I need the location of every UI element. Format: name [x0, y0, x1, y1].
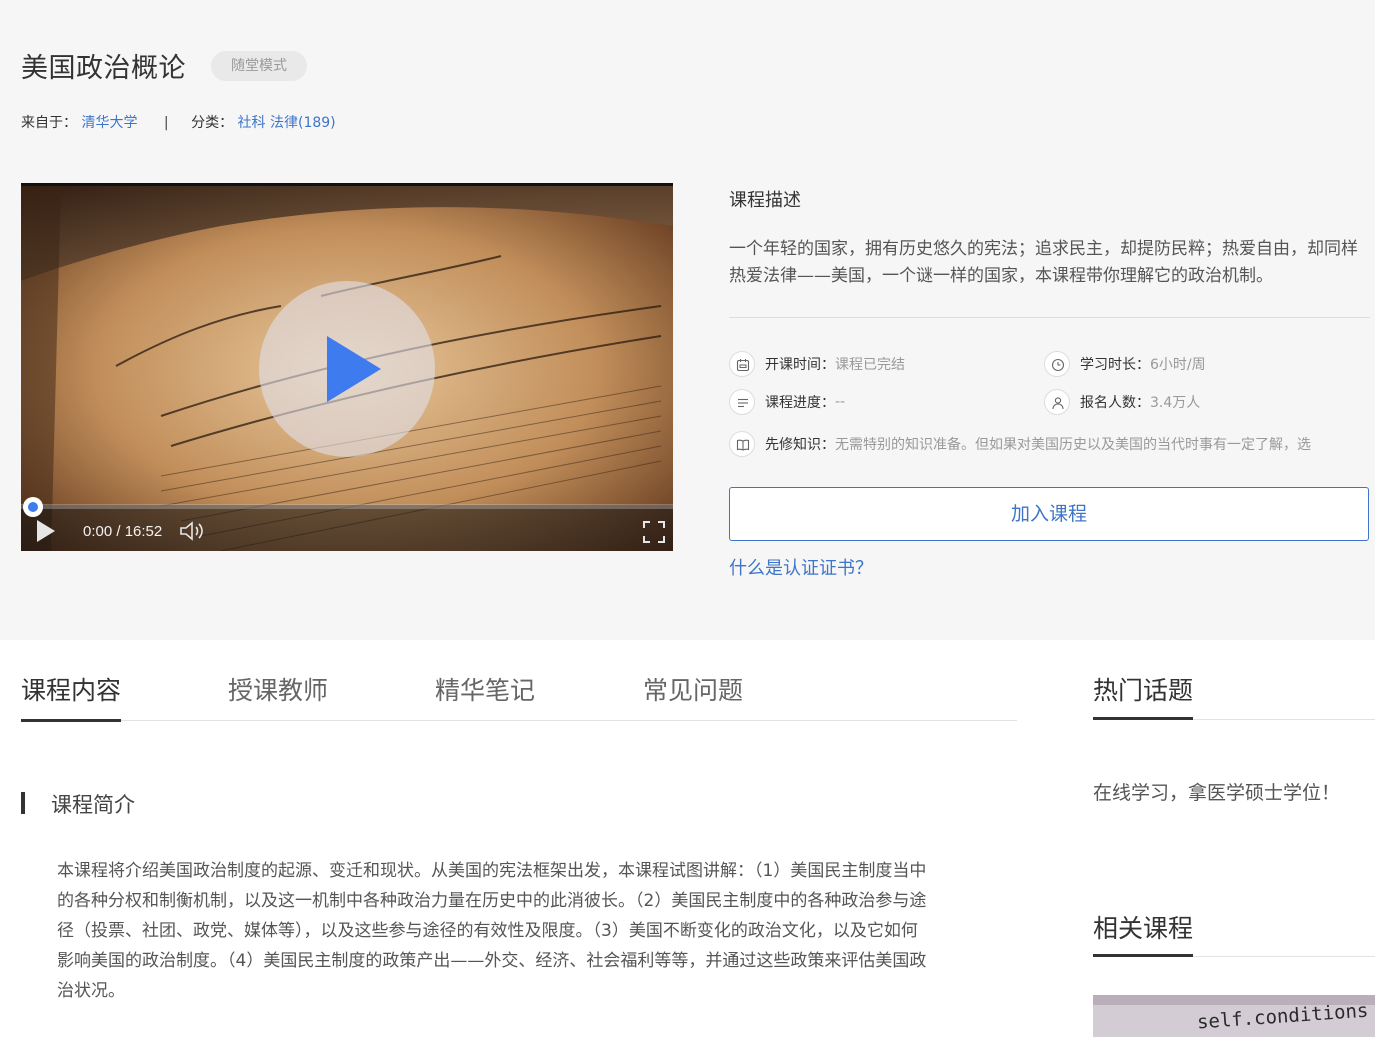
enrolled-label: 报名人数：	[1080, 395, 1150, 411]
section-marker	[21, 792, 25, 814]
meta-separator: |	[163, 115, 169, 131]
mode-badge: 随堂模式	[211, 51, 307, 81]
clock-icon	[1044, 351, 1070, 377]
video-time: 0:00 / 16:52	[83, 523, 163, 540]
list-icon	[729, 389, 755, 415]
related-course-thumbnail[interactable]: self.conditions	[1093, 995, 1375, 1037]
intro-title: 课程简介	[51, 793, 135, 817]
description-divider	[729, 317, 1370, 318]
intro-text: 本课程将介绍美国政治制度的起源、变迁和现状。从美国的宪法框架出发，本课程试图讲解…	[57, 861, 927, 1001]
course-meta: 来自于： 清华大学 | 分类： 社科 法律(189)	[21, 112, 336, 132]
progress-label: 课程进度：	[765, 395, 835, 411]
start-time-value: 课程已完结	[835, 357, 905, 373]
tab-teachers[interactable]: 授课教师	[228, 671, 328, 719]
category-link[interactable]: 社科 法律(189)	[238, 115, 336, 131]
description-title: 课程描述	[729, 190, 801, 211]
course-tabs: 课程内容 授课教师 精华笔记 常见问题	[21, 671, 1017, 722]
user-icon	[1044, 389, 1070, 415]
code-thumbnail-image: self.conditions	[1093, 995, 1375, 1037]
start-time-label: 开课时间：	[765, 357, 835, 373]
info-start-time: 开课时间：课程已完结	[729, 351, 905, 377]
join-course-button[interactable]: 加入课程	[729, 487, 1369, 541]
tab-notes[interactable]: 精华笔记	[435, 671, 535, 719]
info-enrolled: 报名人数：3.4万人	[1044, 389, 1200, 415]
enrolled-value: 3.4万人	[1150, 395, 1201, 411]
hot-topic-item[interactable]: 在线学习，拿医学硕士学位！	[1093, 778, 1340, 805]
prerequisite-value: 无需特别的知识准备。但如果对美国历史以及美国的当代时事有一定了解，选	[835, 437, 1311, 453]
hot-topics-underline	[1093, 717, 1193, 720]
duration-label: 学习时长：	[1080, 357, 1150, 373]
hot-topics-title: 热门话题	[1093, 676, 1194, 705]
big-play-button[interactable]	[259, 281, 435, 457]
video-progress-track[interactable]	[21, 504, 673, 509]
video-player[interactable]: 0:00 / 16:52	[21, 183, 673, 551]
play-pause-icon[interactable]	[37, 520, 55, 542]
duration-value: 6小时/周	[1150, 357, 1206, 373]
info-prerequisite: 先修知识：无需特别的知识准备。但如果对美国历史以及美国的当代时事有一定了解，选	[729, 431, 1369, 457]
info-progress: 课程进度：--	[729, 389, 845, 415]
play-icon	[327, 336, 381, 402]
source-link[interactable]: 清华大学	[81, 115, 137, 131]
prerequisite-label: 先修知识：	[765, 437, 835, 453]
category-label: 分类：	[191, 115, 234, 131]
description-text: 一个年轻的国家，拥有历史悠久的宪法；追求民主，却提防民粹；热爱自由，却同样热爱法…	[729, 239, 1358, 286]
calendar-icon	[729, 351, 755, 377]
related-courses-underline	[1093, 954, 1193, 957]
certificate-info-link[interactable]: 什么是认证证书？	[729, 554, 873, 580]
book-icon	[729, 431, 755, 457]
volume-icon[interactable]	[179, 520, 205, 542]
info-duration: 学习时长：6小时/周	[1044, 351, 1206, 377]
course-title: 美国政治概论	[21, 53, 186, 84]
source-label: 来自于：	[21, 115, 77, 131]
fullscreen-icon[interactable]	[643, 521, 665, 543]
tab-course-content[interactable]: 课程内容	[21, 671, 122, 722]
tab-faq[interactable]: 常见问题	[643, 671, 743, 719]
related-courses-title: 相关课程	[1093, 914, 1194, 943]
progress-value: --	[835, 394, 846, 410]
video-progress-knob[interactable]	[23, 497, 43, 517]
